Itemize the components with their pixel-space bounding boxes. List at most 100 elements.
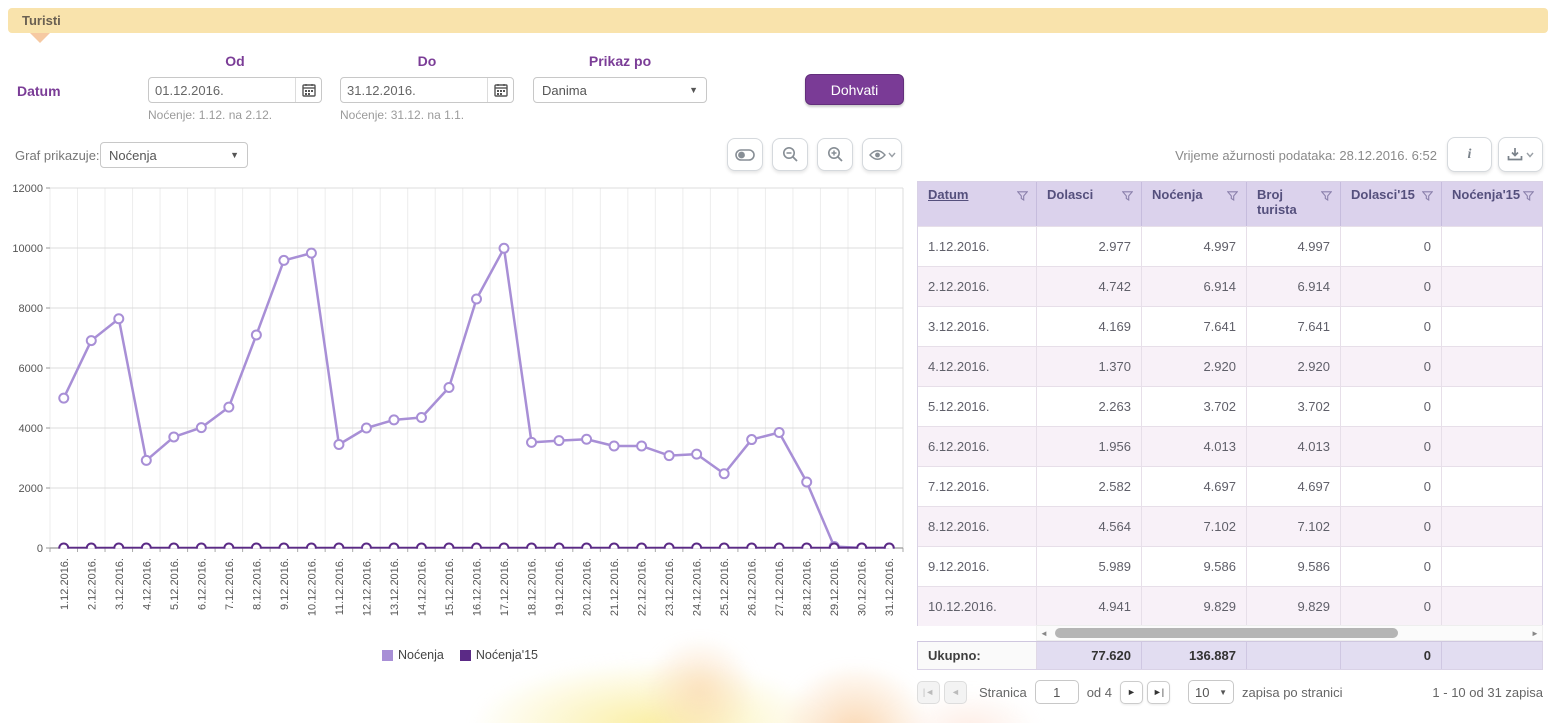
total-label: Ukupno: <box>918 642 1037 669</box>
chart-toggle-button[interactable] <box>727 138 763 171</box>
chevron-down-icon: ▼ <box>689 85 698 95</box>
table-cell: 0 <box>1341 587 1442 626</box>
column-header-label: Dolasci'15 <box>1351 188 1408 203</box>
svg-text:27.12.2016.: 27.12.2016. <box>774 558 786 616</box>
legend-item[interactable]: Noćenja'15 <box>460 648 538 662</box>
table-cell: 8.12.2016. <box>918 507 1037 546</box>
legend-item[interactable]: Noćenja <box>382 648 444 662</box>
export-button[interactable] <box>1498 137 1543 172</box>
table-row[interactable]: 1.12.2016.2.9774.9974.9970 <box>918 226 1542 266</box>
table-cell: 7.641 <box>1247 307 1341 346</box>
table-cell <box>1442 587 1542 626</box>
column-header[interactable]: Broj turista <box>1247 182 1341 226</box>
table-row[interactable]: 5.12.2016.2.2633.7023.7020 <box>918 386 1542 426</box>
svg-text:2000: 2000 <box>19 483 43 495</box>
column-header[interactable]: Noćenja'15 <box>1442 182 1542 226</box>
table-row[interactable]: 6.12.2016.1.9564.0134.0130 <box>918 426 1542 466</box>
column-header[interactable]: Dolasci'15 <box>1341 182 1442 226</box>
table-row[interactable]: 7.12.2016.2.5824.6974.6970 <box>918 466 1542 506</box>
table-cell: 0 <box>1341 227 1442 266</box>
total-cells: 77.620136.8870 <box>1037 642 1542 669</box>
page-number-input[interactable] <box>1035 680 1079 704</box>
table-row[interactable]: 3.12.2016.4.1697.6417.6410 <box>918 306 1542 346</box>
table-cell: 0 <box>1341 427 1442 466</box>
table-cell: 4.12.2016. <box>918 347 1037 386</box>
svg-text:20.12.2016.: 20.12.2016. <box>582 558 594 616</box>
filter-icon[interactable] <box>1422 191 1433 202</box>
zoom-in-button[interactable] <box>817 138 853 171</box>
horizontal-scrollbar[interactable]: ◄ ► <box>1036 625 1543 641</box>
zoom-out-button[interactable] <box>772 138 808 171</box>
scroll-right-icon[interactable]: ► <box>1528 629 1542 638</box>
filter-icon[interactable] <box>1227 191 1238 202</box>
table-row[interactable]: 4.12.2016.1.3702.9202.9200 <box>918 346 1542 386</box>
filter-icon[interactable] <box>1523 191 1534 202</box>
total-cell: 77.620 <box>1037 642 1142 669</box>
scrollbar-thumb[interactable] <box>1055 628 1398 638</box>
page-title: Turisti <box>22 13 61 28</box>
scroll-left-icon[interactable]: ◄ <box>1037 629 1051 638</box>
date-to-input[interactable] <box>341 83 487 98</box>
date-to-field[interactable] <box>340 77 514 103</box>
svg-text:22.12.2016.: 22.12.2016. <box>637 558 649 616</box>
total-cell <box>1247 642 1341 669</box>
calendar-icon[interactable] <box>295 78 321 102</box>
table-cell <box>1442 227 1542 266</box>
table-row[interactable]: 2.12.2016.4.7426.9146.9140 <box>918 266 1542 306</box>
table-cell: 1.370 <box>1037 347 1142 386</box>
table-row[interactable]: 10.12.2016.4.9419.8299.8290 <box>918 586 1542 626</box>
svg-text:30.12.2016.: 30.12.2016. <box>857 558 869 616</box>
prev-page-button[interactable]: ◄ <box>944 681 967 704</box>
table-cell: 0 <box>1341 507 1442 546</box>
filter-icon[interactable] <box>1122 191 1133 202</box>
svg-text:6000: 6000 <box>19 363 43 375</box>
svg-text:16.12.2016.: 16.12.2016. <box>472 558 484 616</box>
table-cell: 2.263 <box>1037 387 1142 426</box>
graf-prikazuje-label: Graf prikazuje: <box>15 148 100 163</box>
date-from-field[interactable] <box>148 77 322 103</box>
table-cell: 4.169 <box>1037 307 1142 346</box>
calendar-icon[interactable] <box>487 78 513 102</box>
table-row[interactable]: 8.12.2016.4.5647.1027.1020 <box>918 506 1542 546</box>
table-cell: 9.586 <box>1142 547 1247 586</box>
data-updated-label: Vrijeme ažurnosti podataka: 28.12.2016. … <box>1100 148 1437 163</box>
table-cell <box>1442 347 1542 386</box>
column-header[interactable]: Datum <box>918 182 1037 226</box>
date-from-input[interactable] <box>149 83 295 98</box>
info-button[interactable]: i <box>1447 137 1492 172</box>
legend-swatch <box>460 650 471 661</box>
page-size-select[interactable]: 10 ▼ <box>1188 680 1234 704</box>
header-pointer-arrow <box>30 33 50 43</box>
last-page-button[interactable]: ►| <box>1147 681 1170 704</box>
date-from-hint: Noćenje: 1.12. na 2.12. <box>148 108 272 122</box>
prikaz-po-value: Danima <box>542 83 587 98</box>
page-title-bar[interactable]: Turisti <box>8 8 1548 33</box>
scrollbar-track[interactable] <box>1051 628 1528 638</box>
table-cell <box>1442 427 1542 466</box>
column-header[interactable]: Noćenja <box>1142 182 1247 226</box>
first-page-button[interactable]: |◄ <box>917 681 940 704</box>
filter-icon[interactable] <box>1321 191 1332 202</box>
line-chart[interactable]: 0200040006000800010000120001.12.2016.2.1… <box>10 180 910 655</box>
table-cell: 9.586 <box>1247 547 1341 586</box>
svg-text:15.12.2016.: 15.12.2016. <box>444 558 456 616</box>
column-header-label: Dolasci <box>1047 188 1093 203</box>
table-cell: 0 <box>1341 347 1442 386</box>
series-visibility-button[interactable] <box>862 138 902 171</box>
column-header[interactable]: Dolasci <box>1037 182 1142 226</box>
legend-swatch <box>382 650 393 661</box>
table-cell <box>1442 387 1542 426</box>
dohvati-button[interactable]: Dohvati <box>805 74 904 105</box>
svg-text:8000: 8000 <box>19 303 43 315</box>
filter-icon[interactable] <box>1017 191 1028 202</box>
svg-text:13.12.2016.: 13.12.2016. <box>389 558 401 616</box>
svg-text:4.12.2016.: 4.12.2016. <box>141 558 153 610</box>
table-row[interactable]: 9.12.2016.5.9899.5869.5860 <box>918 546 1542 586</box>
prikaz-po-select[interactable]: Danima ▼ <box>533 77 707 103</box>
next-page-button[interactable]: ► <box>1120 681 1143 704</box>
table-cell: 2.12.2016. <box>918 267 1037 306</box>
table-cell: 9.12.2016. <box>918 547 1037 586</box>
svg-text:28.12.2016.: 28.12.2016. <box>802 558 814 616</box>
table-cell: 2.920 <box>1142 347 1247 386</box>
graf-prikazuje-select[interactable]: Noćenja ▼ <box>100 142 248 168</box>
